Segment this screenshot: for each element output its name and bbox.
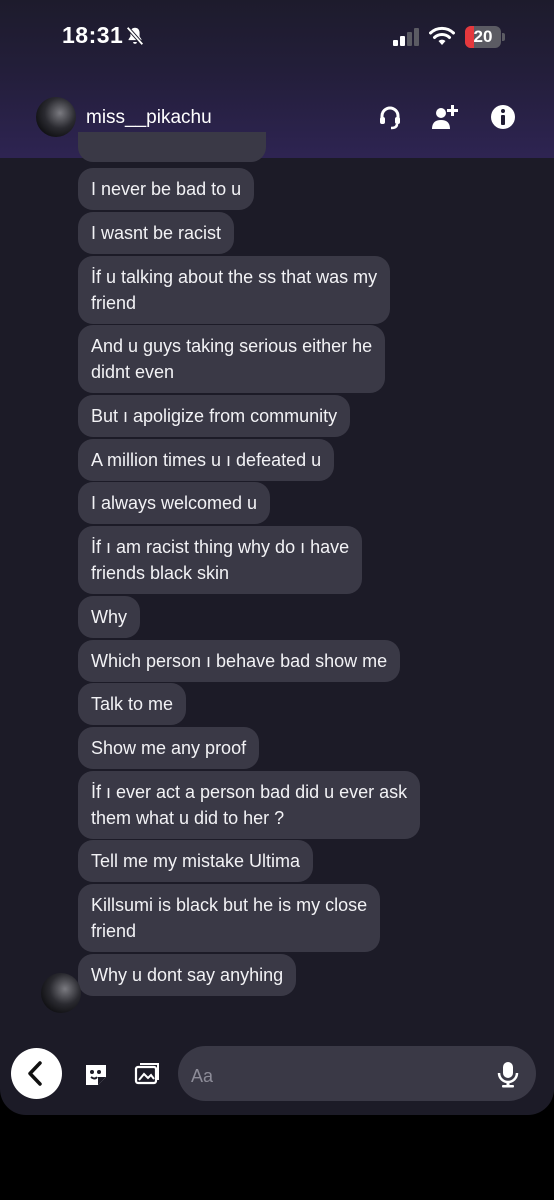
back-button[interactable] [11, 1048, 62, 1099]
message-input[interactable] [178, 1046, 536, 1101]
message-text: İf u talking about the ss that was my [91, 267, 378, 287]
message-text: friend [91, 293, 137, 313]
microphone-icon[interactable] [496, 1060, 520, 1088]
message-bubble[interactable]: Talk to me [78, 683, 187, 725]
chat-screen: 18:31 20 miss__pikachu I never be bad to… [0, 0, 554, 1115]
message-bubble[interactable]: And u guys taking serious either he didnt… [78, 325, 386, 393]
message-bubble[interactable]: İf u talking about the ss that was my fri… [78, 256, 391, 324]
message-bubble[interactable]: İf ı am racist thing why do ı have friend… [78, 526, 363, 594]
battery-level: 20 [473, 27, 493, 46]
message-text: Killsumi is black but he is my close [91, 895, 368, 915]
message-bubble[interactable]: Why u dont say anyhing [78, 954, 297, 996]
message-text: didnt even [91, 362, 175, 382]
partial-message-bubble [78, 132, 266, 162]
message-text: Why [91, 607, 127, 627]
avatar[interactable] [36, 97, 76, 137]
message-bubble[interactable]: Show me any proof [78, 727, 260, 769]
message-bubble[interactable]: But ı apoligize from community [78, 395, 351, 437]
message-bubble[interactable]: A million times u ı defeated u [78, 439, 335, 481]
headset-icon[interactable] [376, 103, 404, 131]
message-text: İf ı am racist thing why do ı have [91, 537, 350, 557]
message-text: İf ı ever act a person bad did u ever as… [91, 782, 408, 802]
back-chevron-icon [28, 1061, 42, 1086]
bell-slash-icon [126, 26, 144, 46]
message-text: I never be bad to u [91, 179, 242, 199]
message-bubble[interactable]: Tell me my mistake Ultima [78, 840, 314, 882]
message-text: I always welcomed u [91, 493, 258, 513]
info-icon[interactable] [489, 103, 517, 131]
message-text: them what u did to her ? [91, 808, 285, 828]
chat-username[interactable]: miss__pikachu [86, 107, 212, 129]
sticker-icon[interactable] [83, 1062, 109, 1088]
message-input-placeholder: Aa [191, 1066, 214, 1086]
message-text: And u guys taking serious either he [91, 336, 373, 356]
message-text: But ı apoligize from community [91, 406, 338, 426]
message-text: Talk to me [91, 694, 174, 714]
message-text: Tell me my mistake Ultima [91, 851, 301, 871]
message-text: I wasnt be racist [91, 223, 222, 243]
signal-icon [393, 28, 419, 46]
status-time: 18:31 [62, 22, 124, 48]
message-text: friend [91, 921, 137, 941]
message-bubble[interactable]: Killsumi is black but he is my close frie… [78, 884, 381, 952]
message-text: Why u dont say anyhing [91, 965, 284, 985]
message-bubble[interactable]: Which person ı behave bad show me [78, 640, 401, 682]
gallery-icon[interactable] [134, 1062, 160, 1088]
add-user-icon[interactable] [431, 103, 459, 131]
message-bubble[interactable]: I wasnt be racist [78, 212, 235, 254]
sender-avatar[interactable] [41, 973, 81, 1013]
battery-icon: 20 [465, 26, 505, 48]
message-bubble[interactable]: I never be bad to u [78, 168, 255, 210]
message-text: A million times u ı defeated u [91, 450, 322, 470]
message-bubble[interactable]: Why [78, 596, 140, 638]
message-text: Which person ı behave bad show me [91, 651, 388, 671]
message-text: friends black skin [91, 563, 230, 583]
message-bubble[interactable]: I always welcomed u [78, 482, 271, 524]
message-text: Show me any proof [91, 738, 247, 758]
wifi-icon [429, 26, 455, 45]
message-bubble[interactable]: İf ı ever act a person bad did u ever as… [78, 771, 421, 839]
